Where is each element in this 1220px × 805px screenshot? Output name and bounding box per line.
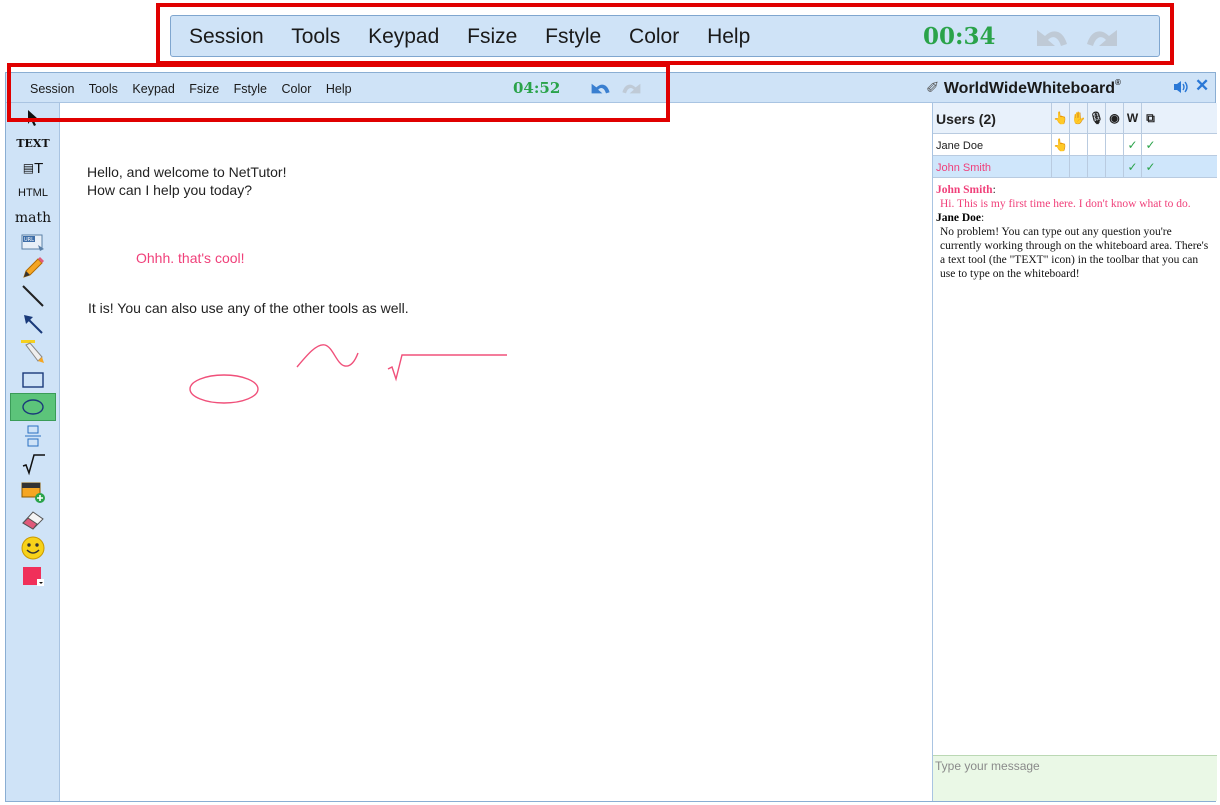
drawn-squiggle — [296, 344, 359, 368]
empty-cell — [1105, 156, 1123, 177]
whiteboard-canvas[interactable]: Hello, and welcome to NetTutor! How can … — [61, 103, 931, 801]
eraser-icon[interactable] — [10, 507, 56, 533]
users-header-row: Users (2) 👆 ✋ 🎙 ◉ W ⧉ — [933, 103, 1217, 134]
canvas-drawings — [189, 344, 507, 404]
side-panel: Users (2) 👆 ✋ 🎙 ◉ W ⧉ Jane Doe 👆 ✓ ✓ Joh… — [932, 103, 1217, 801]
ellipse-icon[interactable] — [10, 393, 56, 421]
tool-palette: TEXT ▤ T HTML math URL — [6, 103, 60, 801]
pencil-icon[interactable] — [10, 255, 56, 281]
logo-icon: ✐ — [926, 80, 940, 97]
highlight-box-zoomed — [156, 3, 1174, 65]
arrow-icon[interactable] — [10, 311, 56, 337]
empty-cell — [1069, 134, 1087, 155]
empty-cell — [1051, 156, 1069, 177]
check-icon[interactable]: ✓ — [1123, 134, 1141, 155]
users-table: Users (2) 👆 ✋ 🎙 ◉ W ⧉ Jane Doe 👆 ✓ ✓ Joh… — [933, 103, 1217, 178]
color-picker-icon[interactable] — [10, 563, 56, 589]
chat-author: Jane Doe — [936, 212, 982, 224]
webcam-icon: ◉ — [1105, 103, 1123, 133]
rectangle-icon[interactable] — [10, 367, 56, 393]
drawn-sqrt — [387, 354, 507, 382]
message-input[interactable]: Type your message — [933, 755, 1217, 801]
empty-cell — [1087, 156, 1105, 177]
text-tool[interactable]: TEXT — [10, 130, 56, 156]
sqrt-icon[interactable] — [10, 451, 56, 477]
whiteboard-app: Session Tools Keypad Fsize Fstyle Color … — [5, 72, 1217, 802]
clipboard-icon: ▤ — [22, 161, 35, 175]
check-icon[interactable]: ✓ — [1141, 156, 1159, 177]
user-name: John Smith — [936, 162, 992, 174]
empty-cell — [1087, 134, 1105, 155]
brand-name: WorldWideWhiteboard — [943, 80, 1115, 97]
check-icon[interactable]: ✓ — [1123, 156, 1141, 177]
pointer-icon: 👆 — [1051, 134, 1069, 155]
drawn-ellipse — [189, 374, 259, 404]
highlighter-icon[interactable] — [10, 339, 56, 365]
empty-cell — [1069, 156, 1087, 177]
font-text-label: T — [34, 159, 44, 177]
html-tool[interactable]: HTML — [10, 180, 56, 206]
share-icon: ⧉ — [1141, 103, 1159, 133]
users-count: Users (2) — [936, 111, 996, 127]
insert-image-icon[interactable] — [10, 479, 56, 505]
chat-log: John Smith: Hi. This is my first time he… — [936, 183, 1212, 281]
speaker-icon[interactable] — [1172, 79, 1190, 95]
mic-icon: 🎙 — [1087, 103, 1105, 133]
chat-text: Hi. This is my first time here. I don't … — [940, 198, 1191, 210]
url-icon[interactable]: URL — [10, 230, 56, 256]
hand-icon: ✋ — [1069, 103, 1087, 133]
svg-text:URL: URL — [24, 237, 34, 243]
math-tool[interactable]: math — [10, 205, 56, 231]
whiteboard-permission-label: W — [1123, 103, 1141, 133]
line-icon[interactable] — [10, 283, 56, 309]
empty-cell — [1105, 134, 1123, 155]
chat-message: John Smith: Hi. This is my first time he… — [936, 183, 1212, 211]
pointer-icon: 👆 — [1051, 103, 1069, 133]
smiley-icon[interactable] — [10, 535, 56, 561]
equation-editor-icon[interactable] — [10, 423, 56, 449]
brand-mark: ® — [1114, 78, 1121, 87]
font-text-tool[interactable]: ▤ T — [10, 155, 56, 181]
user-name: Jane Doe — [936, 140, 984, 152]
user-row-jane[interactable]: Jane Doe 👆 ✓ ✓ — [933, 134, 1217, 156]
user-row-john[interactable]: John Smith ✓ ✓ — [933, 156, 1217, 178]
close-icon[interactable]: ✕ — [1195, 76, 1209, 96]
check-icon[interactable]: ✓ — [1141, 134, 1159, 155]
chat-text: No problem! You can type out any questio… — [940, 226, 1209, 280]
app-brand: ✐ WorldWideWhiteboard® — [926, 78, 1121, 98]
highlight-box-menubar — [7, 63, 670, 122]
chat-author: John Smith — [936, 184, 993, 196]
chat-message: Jane Doe: No problem! You can type out a… — [936, 211, 1212, 281]
